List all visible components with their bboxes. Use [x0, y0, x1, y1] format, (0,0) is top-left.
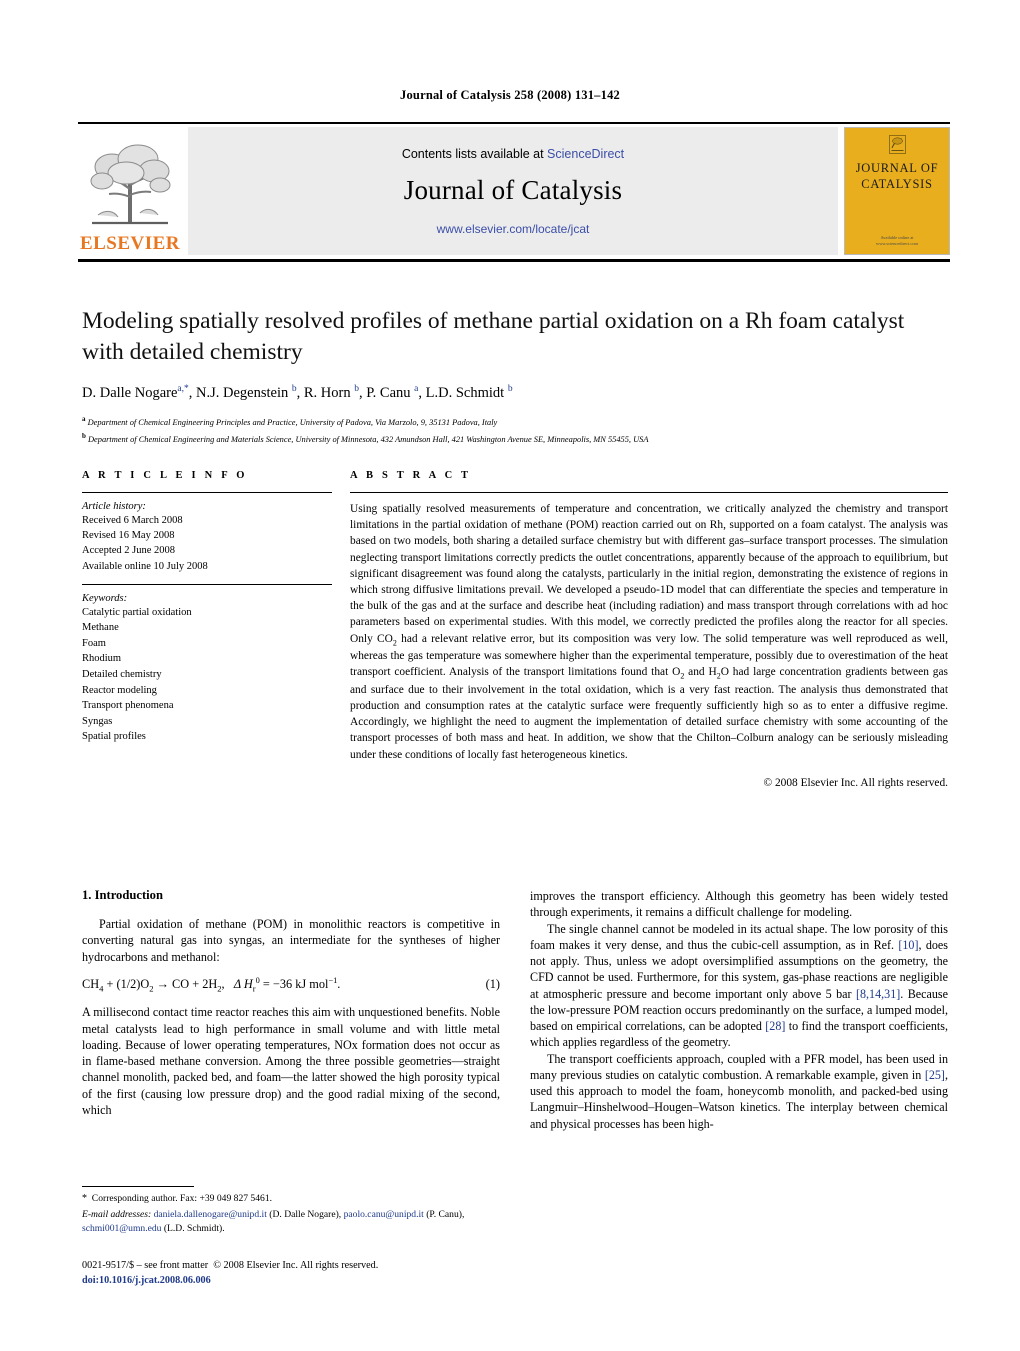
right-paragraph-3: The transport coefficients approach, cou… — [530, 1051, 948, 1131]
section-heading-introduction: 1. Introduction — [82, 888, 163, 902]
keyword-item: Spatial profiles — [82, 731, 146, 743]
abstract-rule — [350, 492, 948, 493]
body-column-right: improves the transport efficiency. Altho… — [530, 888, 948, 1132]
keyword-item: Syngas — [82, 715, 113, 727]
masthead-top-rule — [78, 122, 950, 124]
running-head: Journal of Catalysis 258 (2008) 131–142 — [400, 88, 620, 102]
doi-link[interactable]: doi:10.1016/j.jcat.2008.06.006 — [82, 1273, 582, 1288]
corresponding-author-note: * Corresponding author. Fax: +39 049 827… — [82, 1193, 273, 1204]
keyword-item: Methane — [82, 622, 119, 634]
keyword-item: Catalytic partial oxidation — [82, 606, 192, 618]
equation-1-number: (1) — [485, 976, 500, 991]
cover-elsevier-mini-icon — [888, 135, 906, 154]
author-list: D. Dalle Nogarea,*, N.J. Degenstein b, R… — [82, 384, 513, 401]
article-history-label: Article history: — [82, 501, 146, 512]
journal-url-link[interactable]: www.elsevier.com/locate/jcat — [437, 222, 590, 236]
cover-title-line1: JOURNAL OF — [855, 161, 939, 175]
right-paragraph-1: improves the transport efficiency. Altho… — [530, 889, 948, 920]
contents-available-line: Contents lists available at ScienceDirec… — [402, 147, 624, 161]
intro-paragraph-1: Partial oxidation of methane (POM) in mo… — [82, 917, 500, 964]
title-block: Modeling spatially resolved profiles of … — [82, 306, 948, 446]
issn-line: 0021-9517/$ – see front matter © 2008 El… — [82, 1260, 379, 1271]
article-history-item: Received 6 March 2008 — [82, 515, 183, 526]
article-info-column: A R T I C L E I N F O Article history: R… — [82, 470, 332, 789]
equation-1-body: CH4 + (1/2)O2 → CO + 2H2, Δ Hr0 = −36 kJ… — [82, 975, 341, 994]
body-columns: 1. Introduction Partial oxidation of met… — [82, 888, 948, 1132]
journal-title: Journal of Catalysis — [403, 174, 623, 205]
keyword-item: Transport phenomena — [82, 700, 174, 712]
cover-title-line2: CATALYSIS — [861, 176, 933, 191]
elsevier-tree-icon — [90, 144, 171, 225]
keyword-item: Rhodium — [82, 653, 122, 665]
page-title: Modeling spatially resolved profiles of … — [82, 308, 905, 365]
cover-footer-text: Available online at www.sciencedirect.com — [876, 235, 918, 247]
masthead-bottom-rule — [78, 259, 950, 262]
elsevier-wordmark: ELSEVIER — [79, 233, 181, 254]
keyword-item: Foam — [82, 637, 106, 649]
footnote-rule — [82, 1186, 194, 1187]
keywords-list: Catalytic partial oxidation Methane Foam Rh… — [82, 605, 332, 745]
abstract-body: Using spatially resolved measurements of… — [350, 503, 949, 761]
info-rule-mid — [82, 583, 332, 585]
right-paragraph-2: The single channel cannot be modeled in … — [530, 921, 949, 1050]
article-history-item: Revised 16 May 2008 — [82, 530, 175, 542]
masthead: ELSEVIER Contents lists available at Sci… — [78, 122, 950, 262]
affiliation-a: a Department of Chemical Engineering Pri… — [82, 414, 498, 427]
body-column-left: 1. Introduction Partial oxidation of met… — [82, 888, 500, 1132]
journal-cover-thumbnail: JOURNAL OF CATALYSIS Available online at… — [844, 127, 950, 255]
elsevier-logo: ELSEVIER — [78, 127, 182, 255]
keyword-item: Detailed chemistry — [82, 669, 162, 680]
article-info-heading: A R T I C L E I N F O — [82, 470, 248, 481]
abstract-heading: A B S T R A C T — [350, 470, 472, 481]
sciencedirect-link[interactable]: ScienceDirect — [547, 147, 624, 161]
cover-title: JOURNAL OF CATALYSIS — [856, 161, 939, 192]
affiliation-b: b Department of Chemical Engineering and… — [82, 431, 649, 444]
keyword-item: Reactor modeling — [82, 684, 157, 696]
footnote-block: * Corresponding author. Fax: +39 049 827… — [82, 1186, 500, 1236]
paper-page: Journal of Catalysis 258 (2008) 131–142 — [0, 0, 1020, 1351]
article-history-item: Accepted 2 June 2008 — [82, 545, 176, 557]
abstract-column: A B S T R A C T Using spatially resolved… — [350, 470, 948, 789]
contents-prefix: Contents lists available at — [401, 146, 548, 161]
info-abstract-row: A R T I C L E I N F O Article history: R… — [82, 470, 948, 789]
keywords-label: Keywords: — [82, 592, 128, 604]
email-addresses-note: E-mail addresses: daniela.dallenogare@un… — [82, 1208, 465, 1234]
abstract-copyright: © 2008 Elsevier Inc. All rights reserved… — [763, 776, 948, 789]
equation-1-row: CH4 + (1/2)O2 → CO + 2H2, Δ Hr0 = −36 kJ… — [82, 976, 500, 994]
article-history-item: Available online 10 July 2008 — [82, 560, 208, 572]
intro-paragraph-2: A millisecond contact time reactor reach… — [82, 1005, 500, 1117]
info-rule-top — [82, 492, 332, 493]
contents-panel: Contents lists available at ScienceDirec… — [188, 127, 838, 255]
article-history-list: Received 6 March 2008 Revised 16 May 2008… — [82, 513, 332, 574]
issn-footer: 0021-9517/$ – see front matter © 2008 El… — [82, 1258, 582, 1289]
